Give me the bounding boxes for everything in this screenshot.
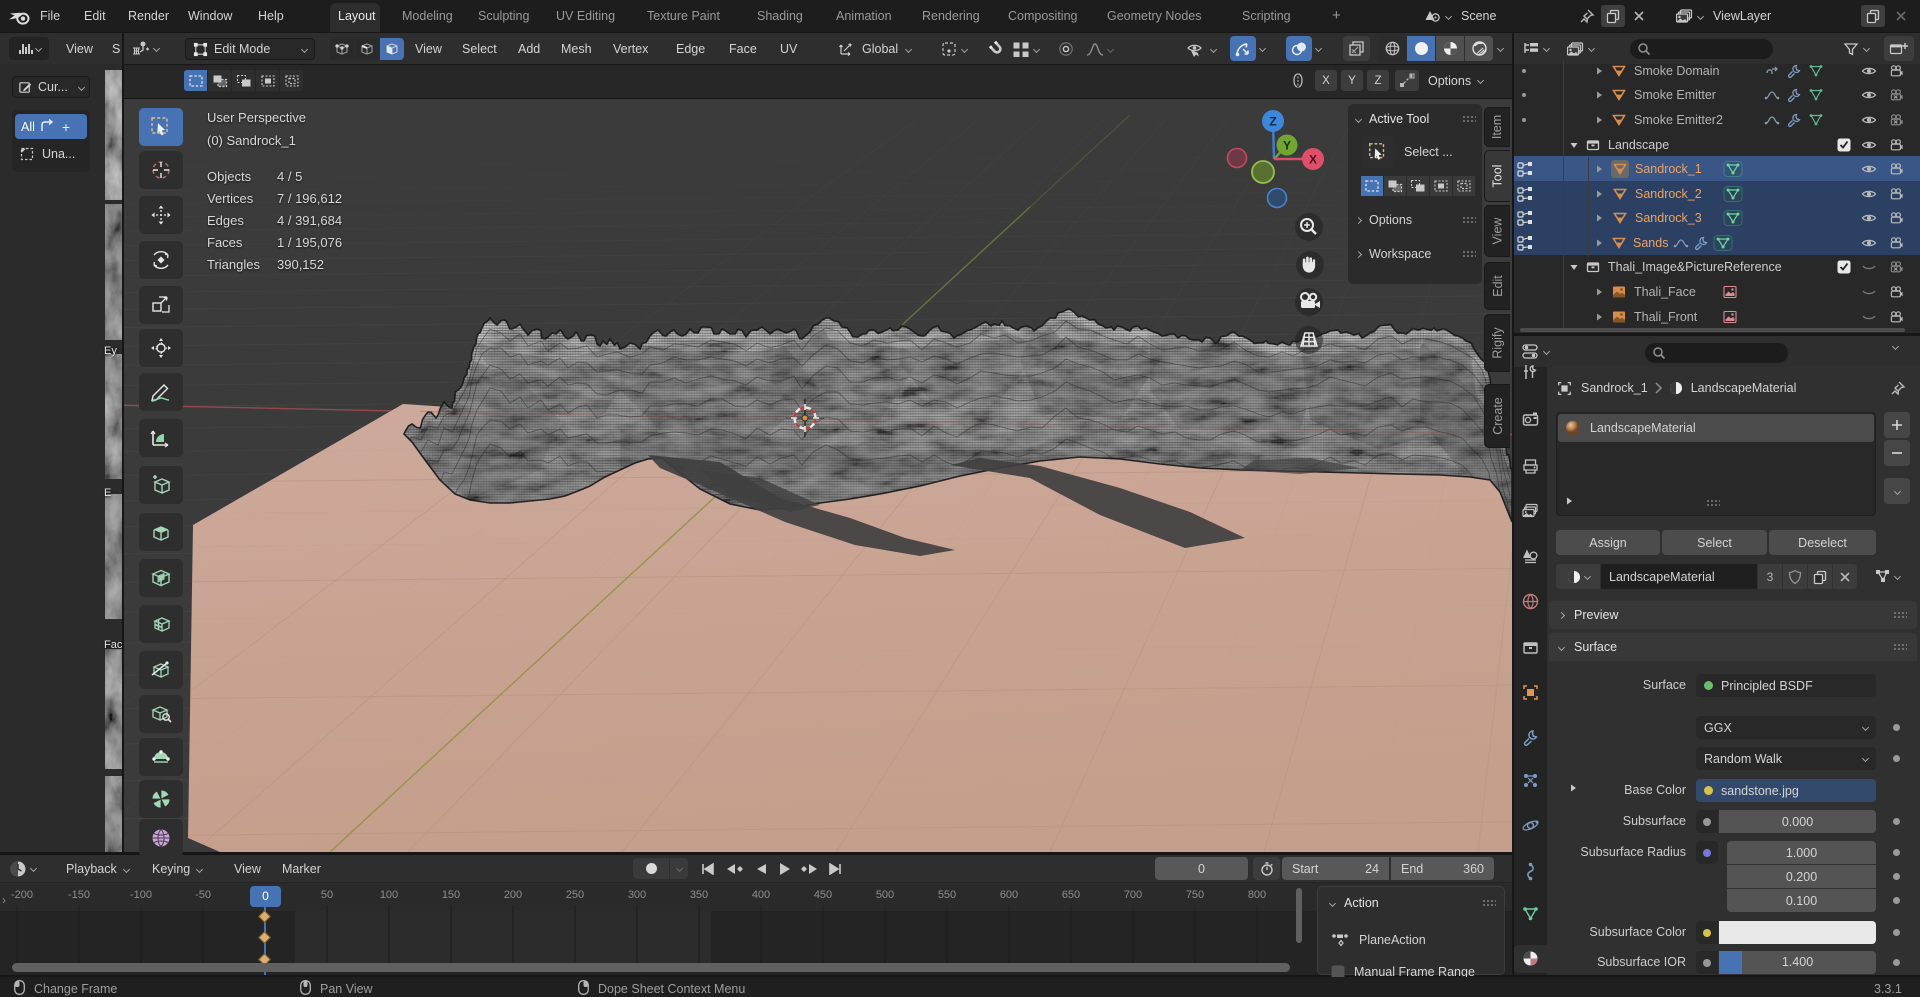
svg-text:Z: Z (1269, 115, 1276, 129)
svg-text:X: X (1309, 153, 1317, 167)
svg-text:Y: Y (1283, 139, 1291, 153)
